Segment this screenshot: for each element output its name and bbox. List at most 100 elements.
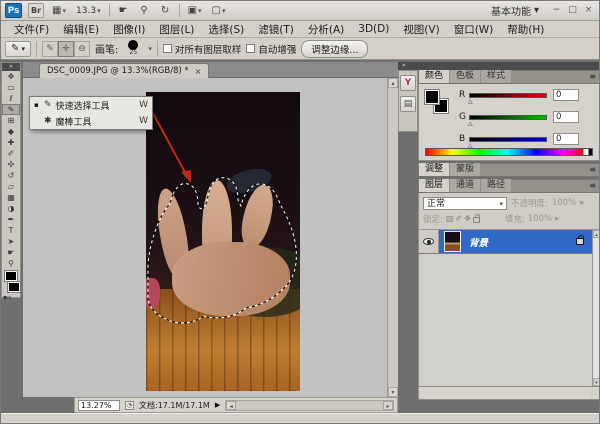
tab-adjustments[interactable]: 调整 (419, 163, 450, 176)
green-slider[interactable]: △ (469, 115, 547, 120)
menu-help[interactable]: 帮助(H) (500, 22, 551, 37)
status-menu-arrow-icon[interactable]: ▶ (215, 401, 220, 409)
refine-edge-button[interactable]: 调整边缘... (301, 40, 368, 58)
tab-channels[interactable]: 通道 (450, 179, 481, 192)
default-colors-icon[interactable]: ▪▫ (3, 294, 11, 301)
menu-view[interactable]: 视图(V) (396, 22, 446, 37)
background-color-swatch[interactable] (8, 282, 20, 292)
clone-stamp-tool[interactable]: ✣ (2, 159, 20, 170)
path-selection-tool[interactable]: ➤ (2, 236, 20, 247)
menu-analysis[interactable]: 分析(A) (301, 22, 351, 37)
lock-transparency-icon[interactable]: ▨ (446, 214, 454, 223)
blue-slider[interactable]: △ (469, 137, 547, 142)
foreground-color-swatch[interactable] (425, 90, 439, 104)
hand-tool[interactable]: ☛ (2, 247, 20, 258)
eraser-tool[interactable]: ▱ (2, 181, 20, 192)
tools-collapse-icon[interactable]: » (2, 63, 20, 71)
auto-enhance-checkbox[interactable]: 自动增强 (246, 42, 296, 56)
lasso-tool[interactable]: ℓ (2, 93, 20, 104)
rectangular-marquee-tool[interactable]: ▭ (2, 82, 20, 93)
photo-image[interactable] (146, 92, 300, 391)
zoom-tool-button[interactable]: ⚲ (137, 3, 152, 18)
rotate-view-button[interactable]: ↻ (158, 3, 173, 18)
slider-thumb-icon[interactable]: △ (468, 120, 473, 127)
green-value-input[interactable]: 0 (553, 111, 579, 123)
zoom-level-field[interactable]: 13.3 ▾ (74, 3, 103, 18)
layer-thumbnail[interactable] (444, 231, 461, 252)
eyedropper-tool[interactable]: ◆ (2, 126, 20, 137)
menu-filter[interactable]: 滤镜(T) (251, 22, 301, 37)
panel-menu-icon[interactable]: ≡ (589, 163, 600, 176)
menu-select[interactable]: 选择(S) (201, 22, 251, 37)
tab-paths[interactable]: 路径 (481, 179, 512, 192)
menu-3d[interactable]: 3D(D) (351, 23, 396, 35)
fill-value[interactable]: 100% (528, 214, 552, 224)
actions-panel-button[interactable]: ▤ (400, 96, 416, 112)
history-brush-tool[interactable]: ↺ (2, 170, 20, 181)
brush-picker[interactable]: 25 (123, 40, 143, 58)
add-to-selection-button[interactable]: ✛ (58, 41, 74, 57)
hand-tool-button[interactable]: ☛ (116, 3, 131, 18)
lock-pixels-icon[interactable]: ✐ (455, 214, 462, 223)
minimize-button[interactable]: − (550, 5, 563, 17)
restore-button[interactable]: □ (566, 5, 579, 17)
move-tool[interactable]: ✥ (2, 71, 20, 82)
menu-file[interactable]: 文件(F) (7, 22, 56, 37)
scroll-left-icon[interactable]: ◂ (226, 401, 236, 410)
brush-tool[interactable]: ✐ (2, 148, 20, 159)
flyout-item-magic-wand[interactable]: ✱ 魔棒工具 W (30, 113, 152, 129)
tab-styles[interactable]: 样式 (481, 70, 512, 83)
eye-icon[interactable] (423, 238, 434, 245)
layer-visibility-cell[interactable] (419, 230, 439, 253)
tab-close-icon[interactable]: × (195, 67, 202, 76)
lock-all-icon[interactable] (473, 217, 480, 223)
document-tab[interactable]: DSC_0009.JPG @ 13.3%(RGB/8) * × (39, 63, 209, 78)
lock-position-icon[interactable]: ✥ (464, 214, 471, 223)
panel-menu-icon[interactable]: ≡ (589, 179, 600, 192)
crop-tool[interactable]: ⊞ (2, 115, 20, 126)
scroll-right-icon[interactable]: ▸ (383, 401, 393, 410)
red-slider[interactable]: △ (469, 93, 547, 98)
zoom-tool[interactable]: ⚲ (2, 258, 20, 269)
menu-edit[interactable]: 编辑(E) (56, 22, 106, 37)
pen-tool[interactable]: ✒ (2, 214, 20, 225)
tab-color[interactable]: 颜色 (419, 70, 450, 83)
history-panel-button[interactable]: Y (400, 75, 416, 91)
panel-menu-icon[interactable]: ≡ (589, 70, 600, 83)
foreground-color-swatch[interactable] (5, 271, 17, 281)
blend-mode-select[interactable]: 正常 ▾ (423, 197, 507, 210)
vertical-scrollbar[interactable]: ▴ ▾ (387, 78, 398, 397)
layers-scrollbar[interactable]: ▴ ▾ (592, 230, 600, 386)
scroll-up-icon[interactable]: ▴ (593, 230, 600, 238)
blur-tool[interactable]: ◑ (2, 203, 20, 214)
color-spectrum-ramp[interactable] (425, 148, 593, 156)
workspace-switcher[interactable]: 基本功能 ▾ (486, 2, 544, 19)
screen-mode-button[interactable]: ▢ ▾ (210, 3, 228, 18)
arrange-documents-button[interactable]: ▣ ▾ (186, 3, 204, 18)
gradient-tool[interactable]: ▦ (2, 192, 20, 203)
tab-masks[interactable]: 蒙版 (450, 163, 481, 176)
subtract-from-selection-button[interactable]: ⊖ (74, 41, 90, 57)
slider-thumb-icon[interactable]: △ (468, 98, 473, 105)
flyout-item-quick-selection[interactable]: ▪ ✎ 快速选择工具 W (30, 97, 152, 113)
quick-selection-tool[interactable]: ✎ (2, 104, 20, 115)
new-selection-button[interactable]: ✎ (42, 41, 58, 57)
opacity-value[interactable]: 100% (552, 198, 576, 208)
scroll-down-icon[interactable]: ▾ (388, 387, 398, 397)
tab-swatches[interactable]: 色板 (450, 70, 481, 83)
scroll-down-icon[interactable]: ▾ (593, 378, 600, 386)
scroll-up-icon[interactable]: ▴ (388, 78, 398, 88)
layer-row-background[interactable]: 背景 (419, 230, 592, 254)
horizontal-scrollbar[interactable]: ◂ ▸ (225, 400, 394, 411)
spot-healing-brush-tool[interactable]: ✚ (2, 137, 20, 148)
launch-bridge-button[interactable]: Br (28, 3, 44, 18)
red-value-input[interactable]: 0 (553, 89, 579, 101)
close-button[interactable]: × (582, 5, 595, 17)
zoom-percent-input[interactable]: 13.27% (78, 400, 120, 411)
blue-value-input[interactable]: 0 (553, 133, 579, 145)
menu-image[interactable]: 图像(I) (106, 22, 152, 37)
panel-options-icon[interactable]: ⋮ (588, 389, 596, 398)
type-tool[interactable]: T (2, 225, 20, 236)
view-extras-button[interactable]: ▦ ▾ (50, 3, 68, 18)
menu-layer[interactable]: 图层(L) (152, 22, 201, 37)
